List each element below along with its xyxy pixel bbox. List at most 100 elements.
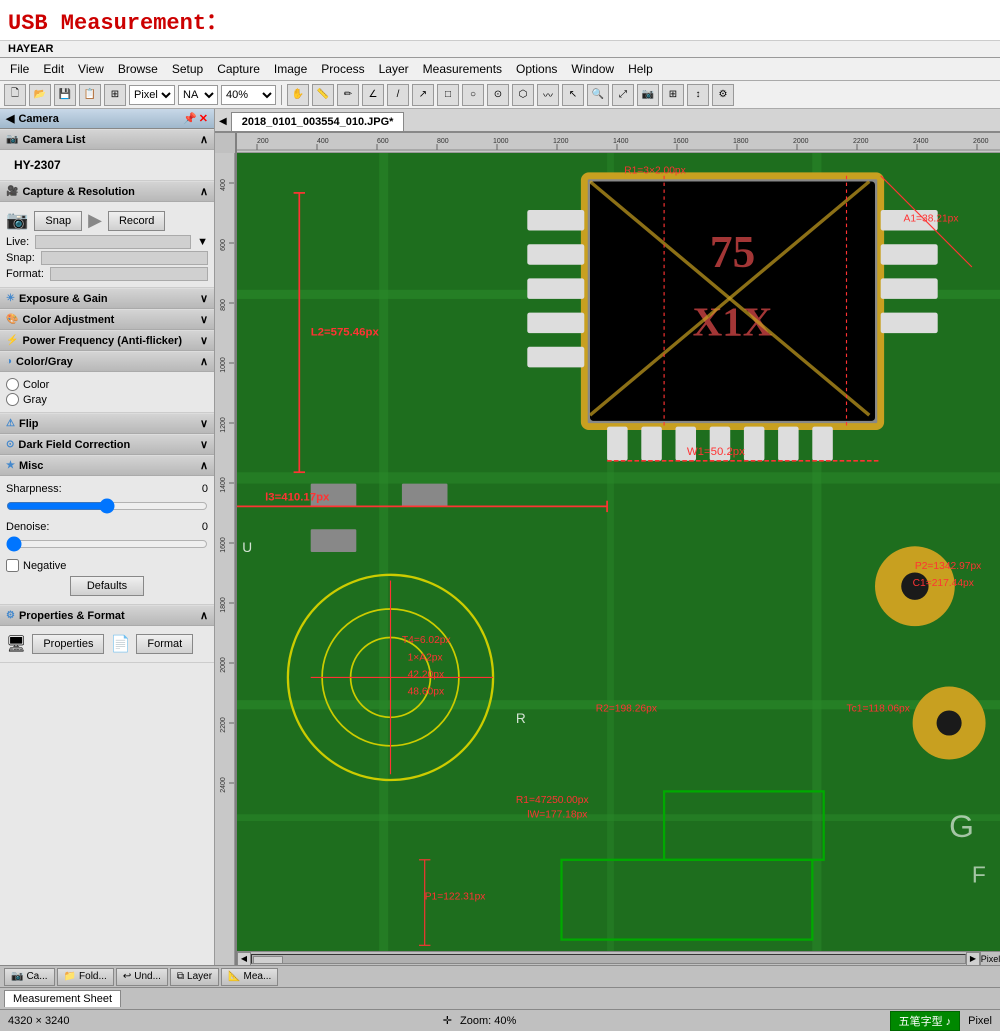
sharpness-slider[interactable] xyxy=(6,498,208,514)
toolbar-camera2[interactable]: 📷 xyxy=(637,84,659,106)
toolbar-zoom-tool[interactable]: 🔍 xyxy=(587,84,609,106)
taskbar-undo[interactable]: ↩ Und... xyxy=(116,968,168,986)
tab-nav-left[interactable]: ◀ xyxy=(215,112,231,131)
title-bar: USB Measurement： xyxy=(0,0,1000,41)
svg-text:R2=198.26px: R2=198.26px xyxy=(596,704,658,715)
capture-arrow: ∧ xyxy=(200,185,208,198)
denoise-slider[interactable] xyxy=(6,536,208,552)
image-tab[interactable]: 2018_0101_003554_010.JPG* xyxy=(231,112,405,131)
menu-item-help[interactable]: Help xyxy=(622,60,659,78)
scroll-track-h[interactable] xyxy=(251,954,966,964)
menu-item-options[interactable]: Options xyxy=(510,60,563,78)
toolbar-select2[interactable]: ↖ xyxy=(562,84,584,106)
toolbar-table[interactable]: ⊞ xyxy=(662,84,684,106)
color-radio[interactable] xyxy=(6,378,19,391)
status-right: 五笔字型 ♪ Pixel xyxy=(890,1011,992,1031)
svg-text:42.20px: 42.20px xyxy=(408,669,445,680)
svg-text:1600: 1600 xyxy=(673,138,689,145)
flip-header[interactable]: ⚠ Flip ∨ xyxy=(0,413,214,434)
power-freq-header[interactable]: ⚡ Power Frequency (Anti-flicker) ∨ xyxy=(0,330,214,351)
panel-close[interactable]: ✕ xyxy=(199,112,208,125)
toolbar-angle[interactable]: ∠ xyxy=(362,84,384,106)
toolbar-path[interactable]: 〰 xyxy=(537,84,559,106)
menu-item-image[interactable]: Image xyxy=(268,60,313,78)
defaults-button[interactable]: Defaults xyxy=(70,576,144,596)
record-button[interactable]: Record xyxy=(108,211,165,231)
menu-item-view[interactable]: View xyxy=(72,60,110,78)
svg-text:1000: 1000 xyxy=(493,138,509,145)
toolbar-new[interactable]: 🗋 xyxy=(4,84,26,106)
menu-item-layer[interactable]: Layer xyxy=(373,60,415,78)
toolbar-poly[interactable]: ⬡ xyxy=(512,84,534,106)
taskbar-layer[interactable]: ⧉ Layer xyxy=(170,968,219,986)
format-button[interactable]: Format xyxy=(136,634,193,654)
toolbar-settings2[interactable]: ⚙ xyxy=(712,84,734,106)
panel-pin[interactable]: 📌 xyxy=(183,112,197,125)
menu-item-edit[interactable]: Edit xyxy=(37,60,70,78)
toolbar-ellipse[interactable]: ○ xyxy=(462,84,484,106)
toolbar-measure1[interactable]: 📏 xyxy=(312,84,334,106)
capture-header[interactable]: 🎥 Capture & Resolution ∧ xyxy=(0,181,214,202)
toolbar-grid[interactable]: ⊞ xyxy=(104,84,126,106)
gray-radio[interactable] xyxy=(6,393,19,406)
image-container[interactable]: 75 X1X xyxy=(237,153,1000,951)
toolbar-arrow[interactable]: ↗ xyxy=(412,84,434,106)
scroll-thumb-h[interactable] xyxy=(253,956,283,964)
menu-item-capture[interactable]: Capture xyxy=(211,60,266,78)
menu-item-setup[interactable]: Setup xyxy=(166,60,209,78)
camera-list-header[interactable]: 📷 Camera List ∧ xyxy=(0,129,214,150)
negative-checkbox[interactable] xyxy=(6,559,19,572)
panel-header-arrow[interactable]: ◀ xyxy=(6,112,14,125)
ime-button[interactable]: 五笔字型 ♪ xyxy=(890,1011,961,1031)
svg-text:1400: 1400 xyxy=(613,138,629,145)
color-adj-header[interactable]: 🎨 Color Adjustment ∨ xyxy=(0,309,214,330)
menu-item-browse[interactable]: Browse xyxy=(112,60,164,78)
taskbar-folder[interactable]: 📁 Fold... xyxy=(57,968,114,986)
svg-text:1000: 1000 xyxy=(220,357,227,373)
dark-field-header[interactable]: ⊙ Dark Field Correction ∨ xyxy=(0,434,214,455)
svg-text:W1=50.2px: W1=50.2px xyxy=(687,446,745,458)
toolbar-hand[interactable]: ✋ xyxy=(287,84,309,106)
color-gray-icon: ◑ xyxy=(6,356,12,367)
live-dropdown[interactable]: ▼ xyxy=(197,236,208,248)
scroll-left[interactable]: ◀ xyxy=(237,952,251,966)
zoom-select[interactable]: 40% xyxy=(221,85,276,105)
menu-item-file[interactable]: File xyxy=(4,60,35,78)
toolbar-rect[interactable]: □ xyxy=(437,84,459,106)
measurement-sheet-tab[interactable]: Measurement Sheet xyxy=(4,990,121,1007)
title-text: USB Measurement： xyxy=(8,11,228,36)
menu-item-process[interactable]: Process xyxy=(315,60,370,78)
capture-content: 📷 Snap ▶ Record Live: ▼ Snap: Format: xyxy=(0,202,214,288)
scroll-right[interactable]: ▶ xyxy=(966,952,980,966)
toolbar-export[interactable]: ↕ xyxy=(687,84,709,106)
misc-header[interactable]: ★ Misc ∧ xyxy=(0,455,214,476)
taskbar-camera[interactable]: 📷 Ca... xyxy=(4,968,55,986)
camera-list-icon: 📷 xyxy=(6,134,18,145)
na-select[interactable]: NA xyxy=(178,85,218,105)
taskbar-measure[interactable]: 📐 Mea... xyxy=(221,968,278,986)
toolbar-move[interactable]: ⤢ xyxy=(612,84,634,106)
record-label: Record xyxy=(119,215,154,227)
menu-item-measurements[interactable]: Measurements xyxy=(417,60,508,78)
toolbar-measure2[interactable]: ✏ xyxy=(337,84,359,106)
pixel-select[interactable]: Pixel xyxy=(129,85,175,105)
toolbar-copy[interactable]: 📋 xyxy=(79,84,101,106)
main-layout: ◀ Camera 📌 ✕ 📷 Camera List ∧ HY-2307 🎥 C… xyxy=(0,109,1000,965)
toolbar-open[interactable]: 📂 xyxy=(29,84,51,106)
play-icon: ▶ xyxy=(88,210,102,231)
snap-row-label: Snap: xyxy=(6,252,35,264)
snap-row: Snap: xyxy=(6,251,208,265)
menu-item-window[interactable]: Window xyxy=(565,60,620,78)
properties-button[interactable]: Properties xyxy=(32,634,104,654)
ruler-image-wrapper: 400 600 800 1000 1200 1400 1600 xyxy=(215,133,1000,965)
snap-button[interactable]: Snap xyxy=(34,211,82,231)
svg-text:400: 400 xyxy=(220,179,227,191)
toolbar-save[interactable]: 💾 xyxy=(54,84,76,106)
toolbar-circle[interactable]: ⊙ xyxy=(487,84,509,106)
svg-text:1400: 1400 xyxy=(220,477,227,493)
exposure-header[interactable]: ☀ Exposure & Gain ∨ xyxy=(0,288,214,309)
toolbar-line[interactable]: / xyxy=(387,84,409,106)
properties-header[interactable]: ⚙ Properties & Format ∧ xyxy=(0,605,214,626)
color-gray-header[interactable]: ◑ Color/Gray ∧ xyxy=(0,351,214,372)
properties-arrow: ∧ xyxy=(200,609,208,622)
